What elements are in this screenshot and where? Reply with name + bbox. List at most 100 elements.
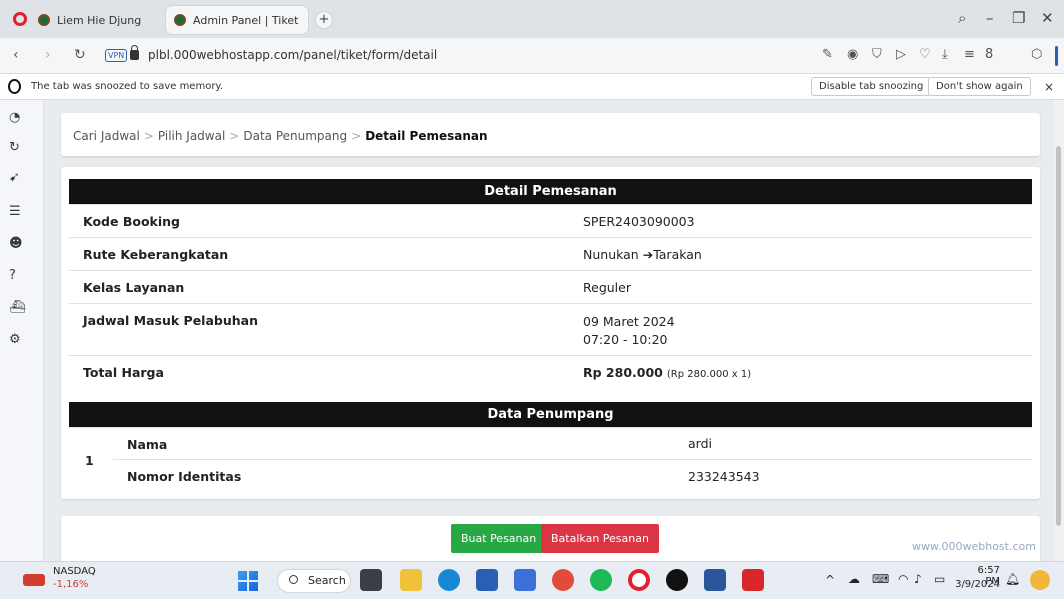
table-row: Kelas Layanan Reguler xyxy=(69,269,1032,303)
shield-icon[interactable]: ⛉ xyxy=(872,47,882,62)
settings-icon[interactable]: ⚙ xyxy=(0,330,44,350)
stock-widget-icon[interactable] xyxy=(23,574,45,586)
pdf-icon[interactable] xyxy=(742,569,764,591)
users-icon[interactable]: ☻ xyxy=(0,234,44,254)
buat-pesanan-button[interactable]: Buat Pesanan xyxy=(451,524,547,553)
rute-label: Rute Keberangkatan xyxy=(69,236,569,270)
new-tab-button[interactable]: + xyxy=(315,11,333,29)
passenger-number: 1 xyxy=(69,426,113,493)
nama-label: Nama xyxy=(113,426,674,459)
table-row: Kode Booking SPER2403090003 xyxy=(69,203,1032,237)
page-scrollbar[interactable] xyxy=(1054,100,1064,561)
forward-icon[interactable]: › xyxy=(45,47,51,63)
notification-bell-icon[interactable]: 🔔︎ xyxy=(1005,572,1020,586)
battery-icon[interactable]: ▭ xyxy=(934,572,945,586)
refresh-icon[interactable]: ↻ xyxy=(0,138,44,158)
breadcrumb-item[interactable]: Data Penumpang xyxy=(243,129,347,143)
arrow-right-icon: ➔ xyxy=(642,246,654,262)
disable-snoozing-button[interactable]: Disable tab snoozing xyxy=(811,77,932,96)
breadcrumb-item[interactable]: Pilih Jadwal xyxy=(158,129,225,143)
ticket-icon[interactable]: ➹ xyxy=(0,168,44,188)
price-note: (Rp 280.000 x 1) xyxy=(666,368,752,380)
profile-icon[interactable]: 8 xyxy=(985,47,993,62)
table-row: Total Harga Rp 280.000 (Rp 280.000 x 1) xyxy=(69,354,1032,388)
back-icon[interactable]: ‹ xyxy=(13,47,19,63)
download-icon[interactable]: ⤓ xyxy=(942,47,948,62)
copilot-icon[interactable] xyxy=(1030,570,1050,590)
table-row: 1 Nama ardi xyxy=(69,426,1032,493)
store-icon[interactable] xyxy=(476,569,498,591)
close-notification-icon[interactable]: × xyxy=(1044,80,1054,94)
dont-show-again-button[interactable]: Don't show again xyxy=(928,77,1031,96)
heart-icon[interactable]: ♡ xyxy=(919,47,931,62)
passenger-table-header: Data Penumpang xyxy=(69,402,1032,427)
dashboard-icon[interactable]: ◔ xyxy=(0,108,44,128)
total-harga-label: Total Harga xyxy=(69,354,569,388)
edit-icon[interactable]: ✎ xyxy=(822,47,833,62)
url-field[interactable]: plbl.000webhostapp.com/panel/tiket/form/… xyxy=(148,48,437,62)
page-content: ◔ ↻ ➹ ☰ ☻ ? ⛴ ⚙ Cari Jadwal > Pilih Jadwal… xyxy=(0,100,1064,561)
table-row: Rute Keberangkatan Nunukan ➔Tarakan xyxy=(69,236,1032,270)
file-explorer-icon[interactable] xyxy=(400,569,422,591)
reload-icon[interactable]: ↻ xyxy=(74,47,86,63)
database-icon[interactable]: ☰ xyxy=(0,202,44,222)
browser-tab-bar: Liem Hie Djung Admin Panel | Tiket + ⌕ –… xyxy=(0,0,1064,38)
breadcrumb-separator: > xyxy=(351,129,362,143)
total-harga-value: Rp 280.000 (Rp 280.000 x 1) xyxy=(569,354,1032,388)
tab-admin-panel[interactable]: Admin Panel | Tiket xyxy=(166,6,308,34)
identitas-label: Nomor Identitas xyxy=(113,458,674,493)
batalkan-pesanan-button[interactable]: Batalkan Pesanan xyxy=(541,524,659,553)
snooze-notification-bar: The tab was snoozed to save memory. Disa… xyxy=(0,74,1064,100)
total-price: Rp 280.000 xyxy=(583,364,663,380)
windows-taskbar: NASDAQ -1,16% Search ^ ☁ ⌨ ◠ ♪ ▭ 6:57 PM… xyxy=(0,561,1064,599)
opera-taskbar-icon[interactable] xyxy=(628,569,650,591)
tab-title: Liem Hie Djung xyxy=(57,13,142,27)
rute-value: Nunukan ➔Tarakan xyxy=(569,236,1032,270)
tiktok-icon[interactable] xyxy=(666,569,688,591)
jadwal-value: 09 Maret 2024 07:20 - 10:20 xyxy=(569,302,1032,355)
edge-icon[interactable] xyxy=(438,569,460,591)
search-icon xyxy=(289,575,298,584)
restore-icon[interactable]: ❐ xyxy=(1012,9,1025,27)
chrome-icon[interactable] xyxy=(552,569,574,591)
breadcrumb-current: Detail Pemesanan xyxy=(365,129,488,143)
detail-table: Detail Pemesanan Kode Booking SPER240309… xyxy=(69,179,1032,388)
wifi-icon[interactable]: ◠ xyxy=(898,572,908,586)
app-icon[interactable] xyxy=(514,569,536,591)
opera-logo-icon[interactable] xyxy=(13,12,27,26)
sidebar-accent xyxy=(1055,46,1058,66)
close-window-icon[interactable]: ✕ xyxy=(1041,9,1054,27)
identitas-value: 233243543 xyxy=(674,458,1032,493)
show-hidden-icons[interactable]: ^ xyxy=(825,573,835,587)
webhost-watermark[interactable]: www.000webhost.com xyxy=(912,540,1036,553)
taskbar-search[interactable]: Search xyxy=(277,569,351,593)
lock-icon[interactable] xyxy=(130,45,139,60)
cloud-icon[interactable]: ☁ xyxy=(848,572,860,586)
task-view-icon[interactable] xyxy=(360,569,382,591)
stock-change: -1,16% xyxy=(53,579,89,590)
spotify-icon[interactable] xyxy=(590,569,612,591)
tab-liem-hie-djung[interactable]: Liem Hie Djung xyxy=(30,6,160,34)
jadwal-date: 09 Maret 2024 xyxy=(583,313,675,329)
camera-icon[interactable]: ◉ xyxy=(847,47,858,62)
breadcrumb-separator: > xyxy=(143,129,154,143)
keyboard-icon[interactable]: ⌨ xyxy=(872,572,889,586)
volume-icon[interactable]: ♪ xyxy=(914,572,922,586)
windows-start-icon[interactable] xyxy=(238,571,258,591)
minimize-icon[interactable]: – xyxy=(986,9,994,27)
kelas-value: Reguler xyxy=(569,269,1032,303)
address-bar: ‹ › ↻ VPN plbl.000webhostapp.com/panel/t… xyxy=(0,38,1064,74)
word-icon[interactable] xyxy=(704,569,726,591)
tab-favicon-icon xyxy=(38,14,50,26)
ship-icon[interactable]: ⛴ xyxy=(0,298,44,318)
extensions-icon[interactable]: ⬡ xyxy=(1031,47,1042,62)
scrollbar-thumb[interactable] xyxy=(1056,146,1061,526)
help-icon[interactable]: ? xyxy=(0,266,44,286)
breadcrumb-item[interactable]: Cari Jadwal xyxy=(73,129,140,143)
play-icon[interactable]: ▷ xyxy=(896,47,906,62)
vpn-badge[interactable]: VPN xyxy=(105,49,128,62)
stock-name[interactable]: NASDAQ xyxy=(53,566,96,577)
clock-date[interactable]: 3/9/2024 xyxy=(955,579,1000,590)
search-tabs-icon[interactable]: ⌕ xyxy=(958,9,966,27)
menu-icon[interactable]: ≡ xyxy=(964,47,975,62)
